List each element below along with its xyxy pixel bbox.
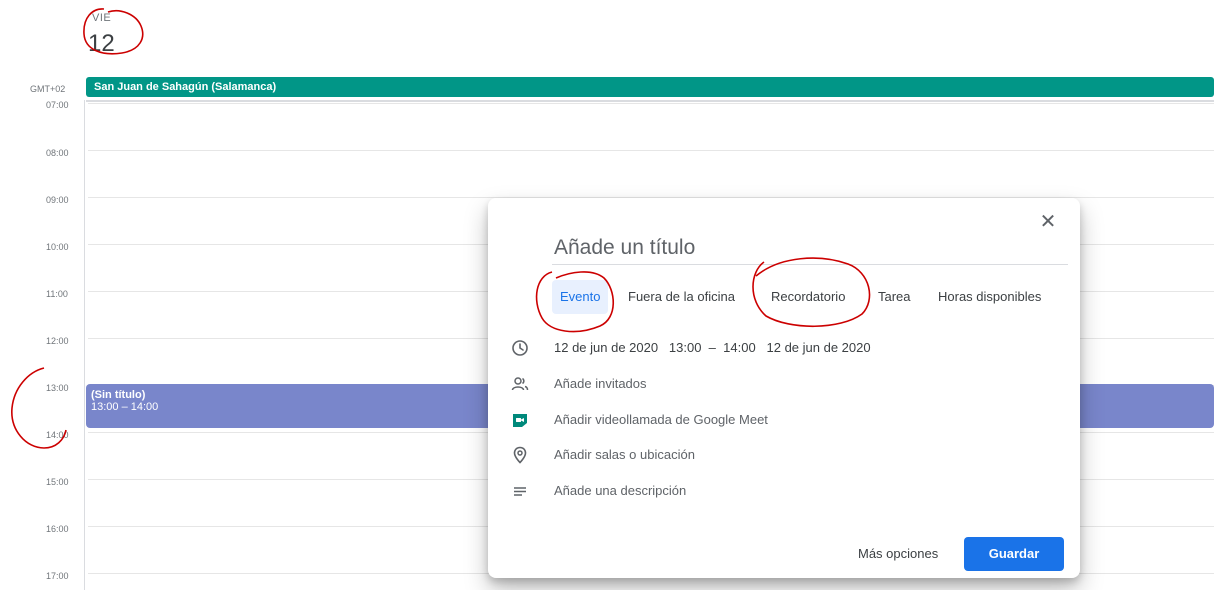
meet-row[interactable]: Añadir videollamada de Google Meet (504, 408, 1064, 432)
description-lines-icon (514, 487, 526, 496)
tab-horas-disponibles[interactable]: Horas disponibles (930, 280, 1049, 314)
timezone-label: GMT+02 (30, 84, 66, 94)
day-number[interactable]: 12 (88, 30, 128, 58)
guests-text[interactable]: Añade invitados (554, 376, 647, 391)
event-quick-create-dialog: ✕ Evento Fuera de la oficina Recordatori… (488, 198, 1080, 578)
hour-label: 09:00 (46, 195, 69, 205)
title-input[interactable] (552, 232, 1068, 265)
hour-label: 16:00 (46, 524, 69, 534)
day-name: VIE (92, 12, 112, 24)
allday-divider (86, 100, 1214, 102)
hour-line (88, 150, 1214, 151)
more-options-button[interactable]: Más opciones (852, 536, 944, 572)
tab-evento[interactable]: Evento (552, 280, 609, 314)
datetime-row[interactable]: 12 de jun de 2020 13:00 – 14:00 12 de ju… (504, 336, 1064, 360)
guests-row[interactable]: Añade invitados (504, 372, 1064, 396)
hour-label: 12:00 (46, 336, 69, 346)
day-header[interactable]: VIE 12 (88, 8, 158, 64)
hour-row: 08:00 (0, 148, 1214, 158)
hour-line (88, 103, 1214, 104)
hour-label: 08:00 (46, 148, 69, 158)
hour-label: 17:00 (46, 571, 69, 581)
tab-fuera-de-la-oficina[interactable]: Fuera de la oficina (620, 280, 743, 314)
description-row[interactable]: Añade una descripción (504, 479, 1064, 503)
location-pin-icon (513, 446, 527, 464)
hour-label: 07:00 (46, 100, 69, 110)
tab-recordatorio[interactable]: Recordatorio (763, 280, 853, 314)
google-meet-icon (513, 414, 527, 427)
hour-label: 15:00 (46, 477, 69, 487)
location-row[interactable]: Añadir salas o ubicación (504, 443, 1064, 467)
clock-icon (512, 340, 528, 356)
time-column-divider (84, 100, 85, 590)
tab-tarea[interactable]: Tarea (870, 280, 919, 314)
save-button[interactable]: Guardar (964, 537, 1064, 571)
hour-label: 11:00 (46, 289, 68, 299)
location-text[interactable]: Añadir salas o ubicación (554, 447, 695, 462)
hour-label: 13:00 (46, 383, 69, 393)
allday-event[interactable]: San Juan de Sahagún (Salamanca) (86, 77, 1214, 97)
meet-text[interactable]: Añadir videollamada de Google Meet (554, 412, 768, 427)
description-text[interactable]: Añade una descripción (554, 483, 686, 498)
datetime-text[interactable]: 12 de jun de 2020 13:00 – 14:00 12 de ju… (554, 340, 871, 355)
hour-label: 14:00 (46, 430, 69, 440)
people-icon (511, 377, 529, 391)
hour-row: 07:00 (0, 100, 1214, 110)
hour-label: 10:00 (46, 242, 69, 252)
close-icon[interactable]: ✕ (1036, 210, 1060, 234)
